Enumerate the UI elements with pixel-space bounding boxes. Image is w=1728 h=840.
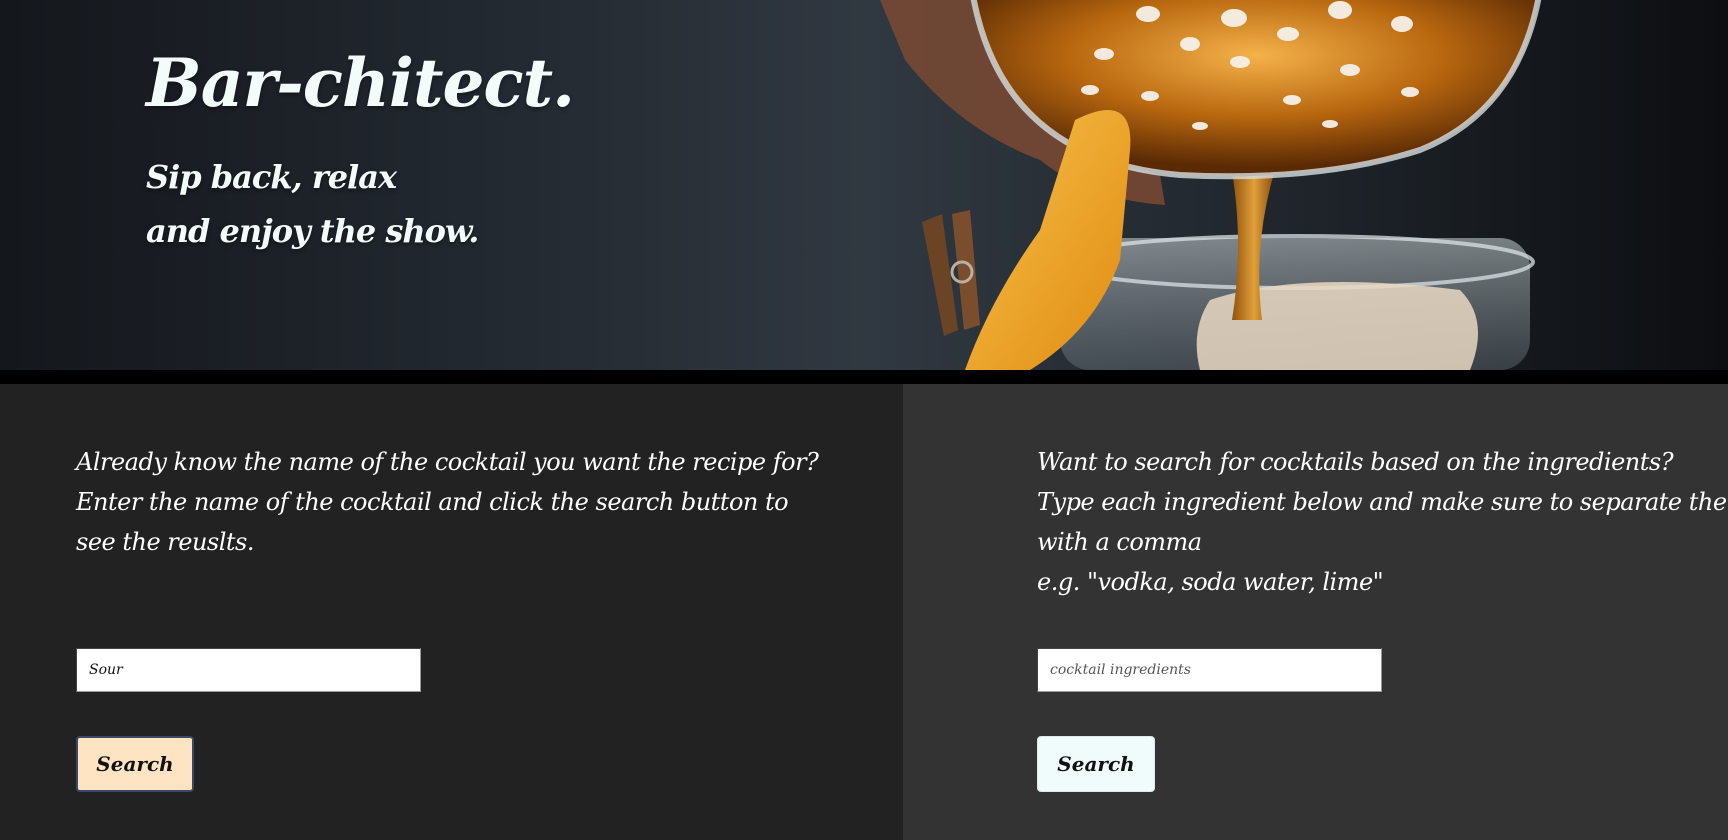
site-tagline: Sip back, relax and enjoy the show. bbox=[146, 150, 479, 258]
site-title: Bar-chitect. bbox=[146, 44, 575, 122]
description-line: Want to search for cocktails based on th… bbox=[1037, 448, 1674, 476]
tagline-line: Sip back, relax bbox=[146, 158, 397, 196]
ingredient-search-description: Want to search for cocktails based on th… bbox=[1037, 442, 1728, 602]
name-search-description: Already know the name of the cocktail yo… bbox=[76, 442, 819, 562]
ingredient-search-panel: Want to search for cocktails based on th… bbox=[903, 384, 1728, 840]
ingredients-input[interactable] bbox=[1037, 648, 1382, 692]
description-line: with a comma bbox=[1037, 528, 1202, 556]
description-line: e.g. "vodka, soda water, lime" bbox=[1037, 568, 1384, 596]
name-search-panel: Already know the name of the cocktail yo… bbox=[0, 384, 903, 840]
ingredient-search-button[interactable]: Search bbox=[1037, 736, 1155, 792]
tagline-line: and enjoy the show. bbox=[146, 212, 479, 250]
hero-banner: Bar-chitect. Sip back, relax and enjoy t… bbox=[0, 0, 1728, 370]
name-search-button[interactable]: Search bbox=[76, 736, 194, 792]
cocktail-name-input[interactable] bbox=[76, 648, 421, 692]
section-divider bbox=[0, 370, 1728, 384]
description-line: see the reuslts. bbox=[76, 528, 255, 556]
description-line: Already know the name of the cocktail yo… bbox=[76, 448, 819, 476]
description-line: Enter the name of the cocktail and click… bbox=[76, 488, 789, 516]
description-line: Type each ingredient below and make sure… bbox=[1037, 488, 1728, 516]
